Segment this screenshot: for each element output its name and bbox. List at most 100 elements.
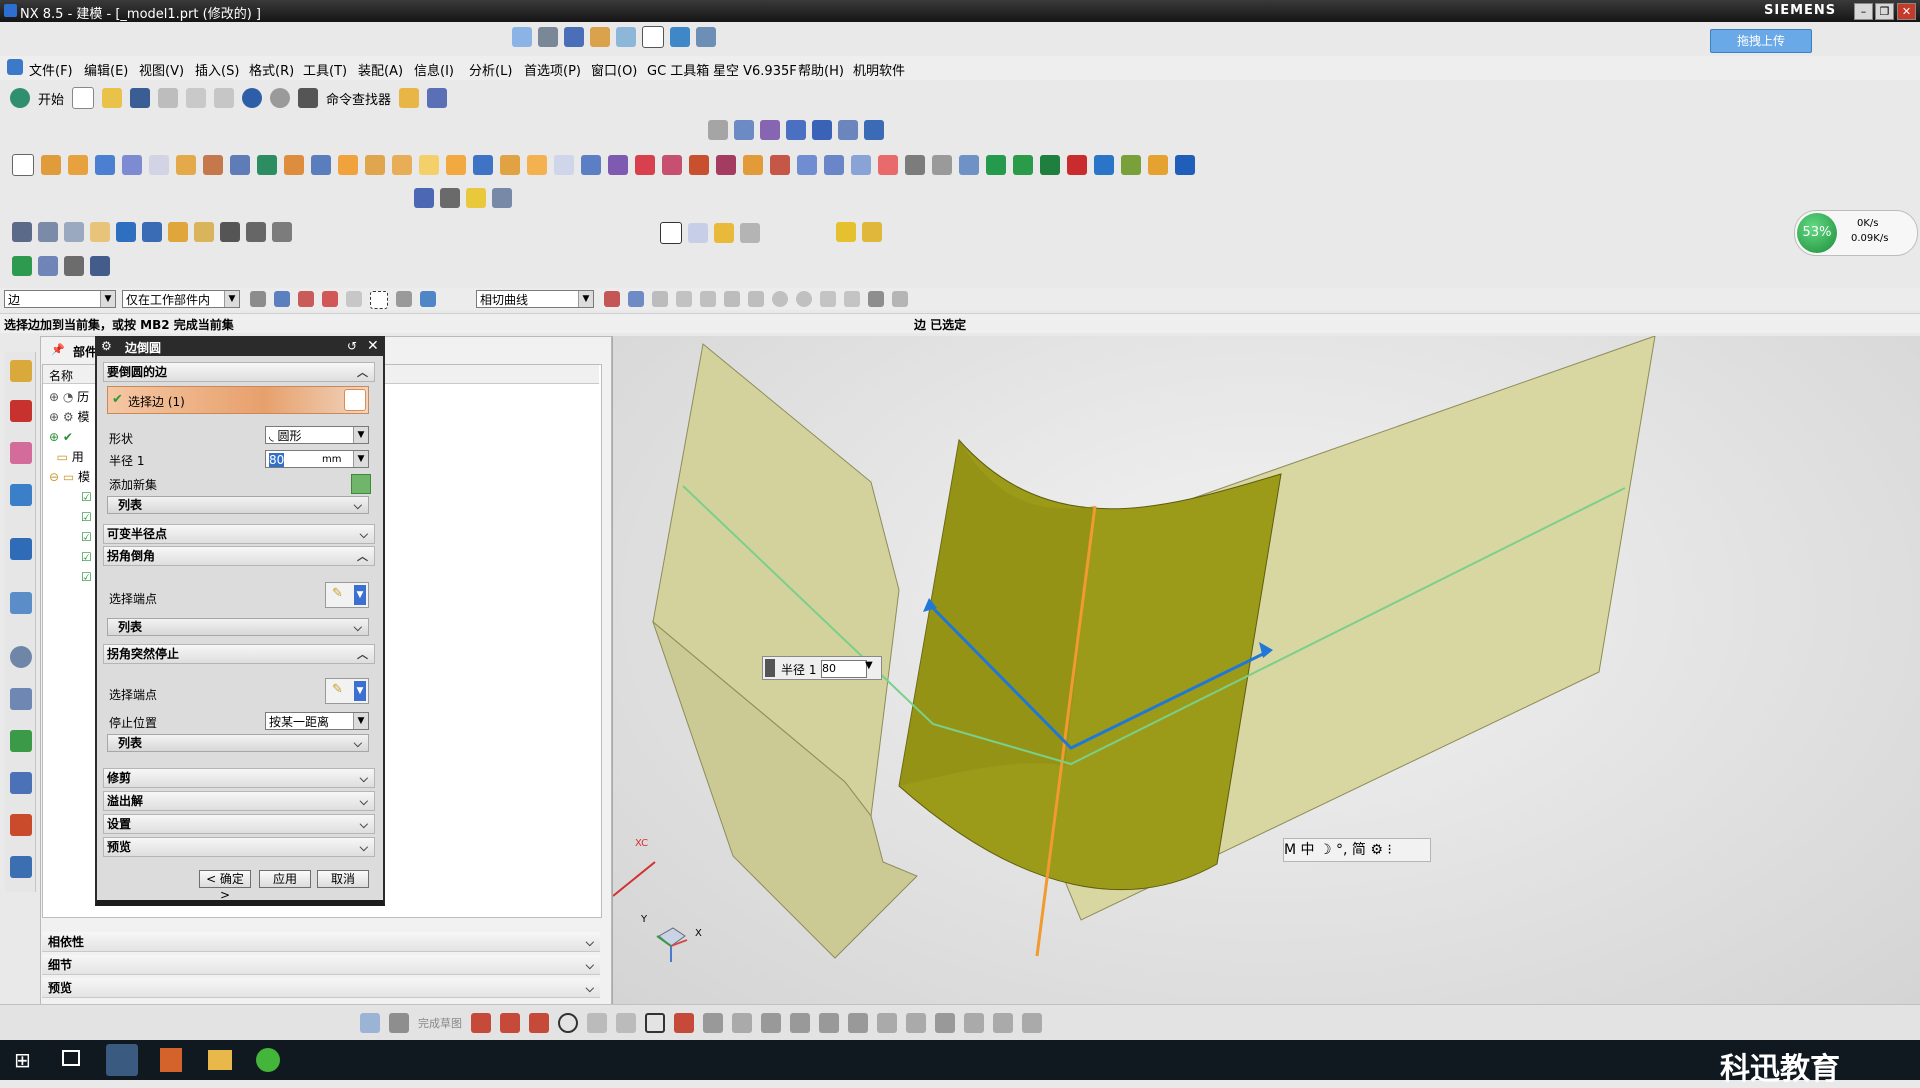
- select-all-icon[interactable]: [250, 291, 266, 307]
- feature-checkbox[interactable]: ☑: [49, 567, 92, 587]
- app-menu-icon[interactable]: [7, 59, 23, 75]
- tree-row[interactable]: ⊕ ◔ 历: [49, 387, 92, 407]
- arc-point-icon[interactable]: [724, 291, 740, 307]
- feature-checkbox[interactable]: ☑: [49, 487, 92, 507]
- extrude-icon[interactable]: [41, 155, 61, 175]
- menu-analysis[interactable]: 分析(L): [469, 60, 512, 79]
- plugin-7-icon[interactable]: [1175, 155, 1195, 175]
- pin-icon[interactable]: 📌: [51, 343, 65, 356]
- assembly-navigator-icon[interactable]: [10, 360, 32, 382]
- net-speed-widget[interactable]: 53% 0K/s 0.09K/s: [1794, 210, 1918, 256]
- view-icon[interactable]: [396, 291, 412, 307]
- variable-radius-section[interactable]: 可变半径点 ⌵: [103, 524, 375, 544]
- ok-button[interactable]: < 确定 >: [199, 870, 251, 902]
- pattern-icon[interactable]: [608, 155, 628, 175]
- menu-information[interactable]: 信息(I): [414, 60, 454, 79]
- snap-view-icon[interactable]: [696, 27, 716, 47]
- rectangle-icon[interactable]: [645, 1013, 665, 1033]
- overflow-section[interactable]: 溢出解 ⌵: [103, 791, 375, 811]
- window-icon[interactable]: [642, 26, 664, 48]
- stop-short-section[interactable]: 拐角突然停止 ︿: [103, 644, 375, 664]
- stop-position-select[interactable]: 按某一距离 ▼: [265, 712, 369, 730]
- n-sided-icon[interactable]: [932, 155, 952, 175]
- process-studio-icon[interactable]: [10, 730, 32, 752]
- manufacturing-wizard-icon[interactable]: [10, 772, 32, 794]
- corner-setback-section[interactable]: 拐角倒角 ︿: [103, 546, 375, 566]
- quadrant-icon[interactable]: [796, 291, 812, 307]
- intersection-icon[interactable]: [748, 291, 764, 307]
- undo-icon[interactable]: [242, 88, 263, 108]
- circle-icon[interactable]: [558, 1013, 578, 1033]
- finish-sketch-label[interactable]: 完成草图: [418, 1015, 462, 1031]
- apply-button[interactable]: 应用: [259, 870, 311, 888]
- curve-rule-select[interactable]: 相切曲线 ▼: [476, 290, 594, 308]
- boss-icon[interactable]: [203, 155, 223, 175]
- star-icon[interactable]: [714, 223, 734, 243]
- type-filter-select[interactable]: 边 ▼: [4, 290, 116, 308]
- intent-icon[interactable]: [322, 291, 338, 307]
- trim-section[interactable]: 修剪 ⌵: [103, 768, 375, 788]
- check-icon[interactable]: [220, 222, 240, 242]
- start-button[interactable]: 开始: [38, 89, 64, 108]
- new-icon[interactable]: [72, 87, 95, 109]
- slot-icon[interactable]: [284, 155, 304, 175]
- windows-start-icon[interactable]: ⊞: [14, 1048, 31, 1072]
- resize-blend-icon[interactable]: [116, 222, 136, 242]
- redo-icon[interactable]: [270, 88, 291, 108]
- quick-trim-icon[interactable]: [761, 1013, 781, 1033]
- paste-icon[interactable]: [214, 88, 235, 108]
- assembly-1-icon[interactable]: [836, 222, 856, 242]
- pen-icon[interactable]: [440, 188, 460, 208]
- history-icon[interactable]: [10, 646, 32, 668]
- system-materials-icon[interactable]: [10, 688, 32, 710]
- replace-icon[interactable]: [90, 222, 110, 242]
- subtract-icon[interactable]: [473, 155, 493, 175]
- group-face-icon[interactable]: [194, 222, 214, 242]
- corner-setback-list[interactable]: 列表 ⌵: [107, 618, 369, 636]
- existing-point-icon[interactable]: [820, 291, 836, 307]
- touch-mode-icon[interactable]: [427, 88, 448, 108]
- through-curves-icon[interactable]: [824, 155, 844, 175]
- triangle-icon[interactable]: [660, 222, 682, 244]
- move-face-icon[interactable]: [12, 222, 32, 242]
- preview-section[interactable]: 预览 ⌵: [42, 978, 600, 998]
- lasso-icon[interactable]: [370, 291, 388, 309]
- app-taskbar-icon[interactable]: [256, 1048, 280, 1072]
- edges-section-header[interactable]: 要倒圆的边 ︿: [103, 362, 375, 382]
- mirror-icon[interactable]: [581, 155, 601, 175]
- finish-sketch-icon[interactable]: [389, 1013, 409, 1033]
- scale-body-icon[interactable]: [662, 155, 682, 175]
- on-curve-icon[interactable]: [844, 291, 860, 307]
- dependencies-section[interactable]: 相依性 ⌵: [42, 932, 600, 952]
- offset-curve-icon[interactable]: [732, 1013, 752, 1033]
- tree-row[interactable]: ⊖ ▭ 模: [49, 467, 92, 487]
- menu-preferences[interactable]: 首选项(P): [524, 60, 581, 79]
- plugin-4-icon[interactable]: [1067, 155, 1087, 175]
- add-new-set-icon[interactable]: [351, 474, 371, 494]
- expression-icon[interactable]: [64, 256, 84, 276]
- pad-icon[interactable]: [257, 155, 277, 175]
- plugin-3-icon[interactable]: [1040, 155, 1060, 175]
- orient-view-icon[interactable]: [538, 27, 558, 47]
- radius-input[interactable]: 80 mm ▼: [265, 450, 369, 468]
- make-corner-icon[interactable]: [819, 1013, 839, 1033]
- plugin-p-icon[interactable]: [1148, 155, 1168, 175]
- follow-icon[interactable]: [604, 291, 620, 307]
- offset-region-icon[interactable]: [64, 222, 84, 242]
- alternate-solution-icon[interactable]: [1022, 1013, 1042, 1033]
- gears-icon[interactable]: [740, 223, 760, 243]
- roles-icon[interactable]: [10, 814, 32, 836]
- layer-icon[interactable]: [590, 27, 610, 47]
- cancel-button[interactable]: 取消: [317, 870, 369, 888]
- hd3d-tools-icon[interactable]: [10, 538, 32, 560]
- radius-onscreen-input[interactable]: 半径 1 80 ▼: [762, 656, 882, 680]
- end-point-icon[interactable]: [652, 291, 668, 307]
- mirror-curve-icon[interactable]: [906, 1013, 926, 1033]
- system-scenes-icon[interactable]: [10, 856, 32, 878]
- draft-icon[interactable]: [419, 155, 439, 175]
- close-button[interactable]: ✕: [1897, 3, 1916, 20]
- trim-body-icon[interactable]: [527, 155, 547, 175]
- offset-face-icon[interactable]: [635, 155, 655, 175]
- web-browser-icon[interactable]: [10, 592, 32, 614]
- extension-icon[interactable]: [959, 155, 979, 175]
